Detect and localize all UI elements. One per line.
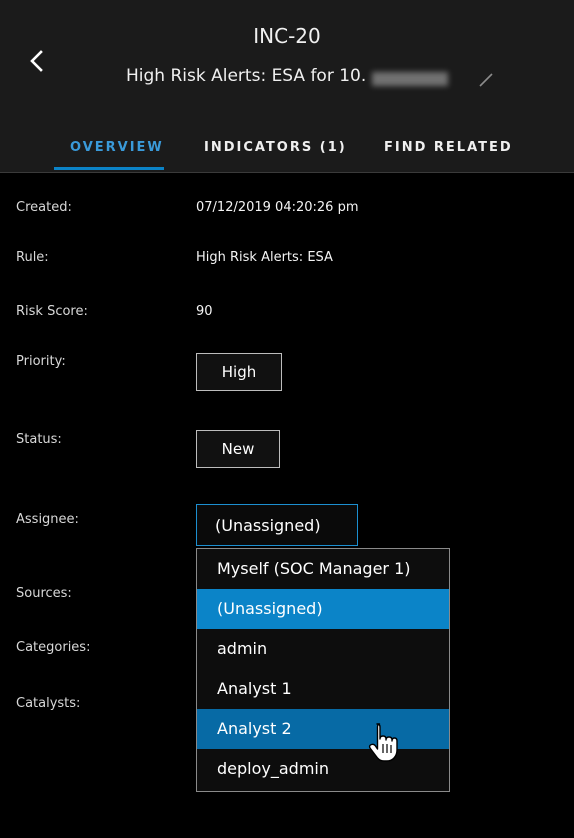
pencil-icon	[479, 73, 493, 87]
status-selector[interactable]: New	[196, 430, 280, 468]
assignee-option-analyst-2[interactable]: Analyst 2	[197, 709, 449, 749]
categories-label: Categories:	[16, 640, 91, 655]
rule-label: Rule:	[16, 250, 49, 265]
priority-selector[interactable]: High	[196, 353, 282, 391]
risk-score-label: Risk Score:	[16, 304, 88, 319]
incident-id: INC-20	[253, 24, 321, 48]
hand-pointer-icon	[368, 722, 398, 762]
risk-score-value: 90	[196, 304, 213, 319]
edit-title-button[interactable]	[476, 68, 498, 90]
created-value: 07/12/2019 04:20:26 pm	[196, 200, 359, 215]
created-label: Created:	[16, 200, 72, 215]
tab-find-related[interactable]: FIND RELATED	[384, 140, 513, 155]
incident-header: INC-20 High Risk Alerts: ESA for 10.	[0, 0, 574, 118]
assignee-option-admin[interactable]: admin	[197, 629, 449, 669]
active-tab-indicator	[54, 167, 164, 170]
status-label: Status:	[16, 432, 62, 447]
tab-overview[interactable]: OVERVIEW	[70, 140, 164, 155]
assignee-option-deploy-admin[interactable]: deploy_admin	[197, 749, 449, 789]
sources-label: Sources:	[16, 586, 72, 601]
redacted-ip	[372, 72, 448, 86]
assignee-option-unassigned[interactable]: (Unassigned)	[197, 589, 449, 629]
tab-indicators[interactable]: INDICATORS (1)	[204, 140, 347, 155]
tab-bar: OVERVIEW INDICATORS (1) FIND RELATED	[0, 118, 574, 173]
chevron-left-icon	[30, 50, 43, 72]
assignee-option-analyst-1[interactable]: Analyst 1	[197, 669, 449, 709]
incident-title: High Risk Alerts: ESA for 10.	[126, 66, 367, 86]
assignee-selector[interactable]: (Unassigned)	[196, 504, 358, 546]
back-button[interactable]	[22, 44, 52, 78]
catalysts-label: Catalysts:	[16, 696, 81, 711]
assignee-label: Assignee:	[16, 512, 79, 527]
priority-label: Priority:	[16, 354, 66, 369]
assignee-option-myself[interactable]: Myself (SOC Manager 1)	[197, 549, 449, 589]
rule-value: High Risk Alerts: ESA	[196, 250, 333, 265]
assignee-dropdown: Myself (SOC Manager 1) (Unassigned) admi…	[196, 548, 450, 792]
